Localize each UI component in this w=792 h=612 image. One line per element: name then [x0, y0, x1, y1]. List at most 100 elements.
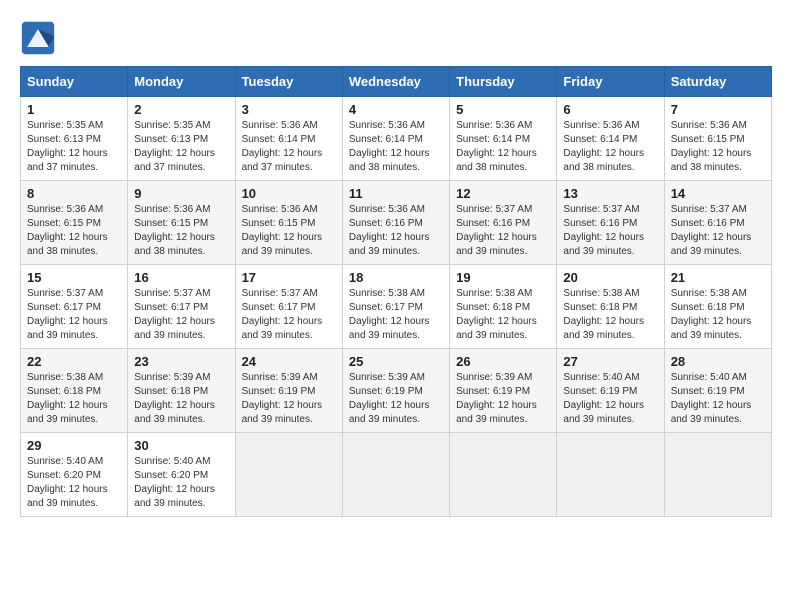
day-cell: 18 Sunrise: 5:38 AM Sunset: 6:17 PM Dayl…	[342, 265, 449, 349]
day-number: 29	[27, 438, 121, 453]
day-number: 15	[27, 270, 121, 285]
day-number: 20	[563, 270, 657, 285]
day-info: Sunrise: 5:36 AM Sunset: 6:15 PM Dayligh…	[134, 203, 228, 259]
day-cell: 2 Sunrise: 5:35 AM Sunset: 6:13 PM Dayli…	[128, 97, 235, 181]
day-number: 14	[671, 186, 765, 201]
day-cell: 9 Sunrise: 5:36 AM Sunset: 6:15 PM Dayli…	[128, 181, 235, 265]
day-info: Sunrise: 5:38 AM Sunset: 6:18 PM Dayligh…	[671, 287, 765, 343]
day-cell: 30 Sunrise: 5:40 AM Sunset: 6:20 PM Dayl…	[128, 433, 235, 517]
day-cell: 4 Sunrise: 5:36 AM Sunset: 6:14 PM Dayli…	[342, 97, 449, 181]
day-cell: 12 Sunrise: 5:37 AM Sunset: 6:16 PM Dayl…	[450, 181, 557, 265]
day-number: 19	[456, 270, 550, 285]
day-cell: 29 Sunrise: 5:40 AM Sunset: 6:20 PM Dayl…	[21, 433, 128, 517]
day-number: 11	[349, 186, 443, 201]
day-number: 2	[134, 102, 228, 117]
week-row-1: 1 Sunrise: 5:35 AM Sunset: 6:13 PM Dayli…	[21, 97, 772, 181]
day-cell	[235, 433, 342, 517]
logo-icon	[20, 20, 56, 56]
logo	[20, 20, 62, 56]
day-info: Sunrise: 5:38 AM Sunset: 6:18 PM Dayligh…	[27, 371, 121, 427]
day-info: Sunrise: 5:40 AM Sunset: 6:20 PM Dayligh…	[27, 455, 121, 511]
day-info: Sunrise: 5:40 AM Sunset: 6:19 PM Dayligh…	[671, 371, 765, 427]
header-sunday: Sunday	[21, 67, 128, 97]
day-info: Sunrise: 5:39 AM Sunset: 6:19 PM Dayligh…	[242, 371, 336, 427]
day-info: Sunrise: 5:35 AM Sunset: 6:13 PM Dayligh…	[27, 119, 121, 175]
day-info: Sunrise: 5:39 AM Sunset: 6:19 PM Dayligh…	[456, 371, 550, 427]
day-number: 24	[242, 354, 336, 369]
day-cell: 13 Sunrise: 5:37 AM Sunset: 6:16 PM Dayl…	[557, 181, 664, 265]
day-cell: 10 Sunrise: 5:36 AM Sunset: 6:15 PM Dayl…	[235, 181, 342, 265]
day-cell: 28 Sunrise: 5:40 AM Sunset: 6:19 PM Dayl…	[664, 349, 771, 433]
day-info: Sunrise: 5:40 AM Sunset: 6:20 PM Dayligh…	[134, 455, 228, 511]
day-cell: 22 Sunrise: 5:38 AM Sunset: 6:18 PM Dayl…	[21, 349, 128, 433]
day-number: 1	[27, 102, 121, 117]
header-monday: Monday	[128, 67, 235, 97]
day-number: 16	[134, 270, 228, 285]
week-row-4: 22 Sunrise: 5:38 AM Sunset: 6:18 PM Dayl…	[21, 349, 772, 433]
day-cell: 23 Sunrise: 5:39 AM Sunset: 6:18 PM Dayl…	[128, 349, 235, 433]
day-number: 27	[563, 354, 657, 369]
day-info: Sunrise: 5:37 AM Sunset: 6:16 PM Dayligh…	[563, 203, 657, 259]
day-info: Sunrise: 5:35 AM Sunset: 6:13 PM Dayligh…	[134, 119, 228, 175]
day-number: 23	[134, 354, 228, 369]
day-number: 10	[242, 186, 336, 201]
day-info: Sunrise: 5:36 AM Sunset: 6:14 PM Dayligh…	[563, 119, 657, 175]
day-info: Sunrise: 5:36 AM Sunset: 6:15 PM Dayligh…	[671, 119, 765, 175]
week-row-3: 15 Sunrise: 5:37 AM Sunset: 6:17 PM Dayl…	[21, 265, 772, 349]
day-info: Sunrise: 5:37 AM Sunset: 6:16 PM Dayligh…	[456, 203, 550, 259]
header-tuesday: Tuesday	[235, 67, 342, 97]
header-wednesday: Wednesday	[342, 67, 449, 97]
day-cell: 27 Sunrise: 5:40 AM Sunset: 6:19 PM Dayl…	[557, 349, 664, 433]
day-cell: 21 Sunrise: 5:38 AM Sunset: 6:18 PM Dayl…	[664, 265, 771, 349]
day-info: Sunrise: 5:38 AM Sunset: 6:18 PM Dayligh…	[563, 287, 657, 343]
day-info: Sunrise: 5:37 AM Sunset: 6:17 PM Dayligh…	[134, 287, 228, 343]
day-number: 21	[671, 270, 765, 285]
day-number: 30	[134, 438, 228, 453]
calendar-table: SundayMondayTuesdayWednesdayThursdayFrid…	[20, 66, 772, 517]
day-number: 6	[563, 102, 657, 117]
day-info: Sunrise: 5:38 AM Sunset: 6:17 PM Dayligh…	[349, 287, 443, 343]
week-row-2: 8 Sunrise: 5:36 AM Sunset: 6:15 PM Dayli…	[21, 181, 772, 265]
day-cell: 16 Sunrise: 5:37 AM Sunset: 6:17 PM Dayl…	[128, 265, 235, 349]
day-cell	[342, 433, 449, 517]
header-thursday: Thursday	[450, 67, 557, 97]
day-number: 25	[349, 354, 443, 369]
day-info: Sunrise: 5:38 AM Sunset: 6:18 PM Dayligh…	[456, 287, 550, 343]
day-number: 5	[456, 102, 550, 117]
day-number: 17	[242, 270, 336, 285]
day-info: Sunrise: 5:39 AM Sunset: 6:18 PM Dayligh…	[134, 371, 228, 427]
week-row-5: 29 Sunrise: 5:40 AM Sunset: 6:20 PM Dayl…	[21, 433, 772, 517]
day-info: Sunrise: 5:36 AM Sunset: 6:15 PM Dayligh…	[27, 203, 121, 259]
day-cell: 14 Sunrise: 5:37 AM Sunset: 6:16 PM Dayl…	[664, 181, 771, 265]
day-cell: 15 Sunrise: 5:37 AM Sunset: 6:17 PM Dayl…	[21, 265, 128, 349]
day-cell: 6 Sunrise: 5:36 AM Sunset: 6:14 PM Dayli…	[557, 97, 664, 181]
day-number: 28	[671, 354, 765, 369]
day-info: Sunrise: 5:36 AM Sunset: 6:16 PM Dayligh…	[349, 203, 443, 259]
day-number: 13	[563, 186, 657, 201]
day-cell: 5 Sunrise: 5:36 AM Sunset: 6:14 PM Dayli…	[450, 97, 557, 181]
day-cell: 24 Sunrise: 5:39 AM Sunset: 6:19 PM Dayl…	[235, 349, 342, 433]
day-cell: 11 Sunrise: 5:36 AM Sunset: 6:16 PM Dayl…	[342, 181, 449, 265]
day-info: Sunrise: 5:37 AM Sunset: 6:16 PM Dayligh…	[671, 203, 765, 259]
day-number: 4	[349, 102, 443, 117]
day-cell: 20 Sunrise: 5:38 AM Sunset: 6:18 PM Dayl…	[557, 265, 664, 349]
day-number: 22	[27, 354, 121, 369]
day-cell	[557, 433, 664, 517]
day-number: 7	[671, 102, 765, 117]
header-friday: Friday	[557, 67, 664, 97]
day-cell: 26 Sunrise: 5:39 AM Sunset: 6:19 PM Dayl…	[450, 349, 557, 433]
day-number: 26	[456, 354, 550, 369]
day-number: 3	[242, 102, 336, 117]
day-info: Sunrise: 5:36 AM Sunset: 6:15 PM Dayligh…	[242, 203, 336, 259]
day-number: 18	[349, 270, 443, 285]
day-cell	[450, 433, 557, 517]
day-cell	[664, 433, 771, 517]
day-cell: 7 Sunrise: 5:36 AM Sunset: 6:15 PM Dayli…	[664, 97, 771, 181]
day-info: Sunrise: 5:37 AM Sunset: 6:17 PM Dayligh…	[242, 287, 336, 343]
day-number: 8	[27, 186, 121, 201]
day-cell: 3 Sunrise: 5:36 AM Sunset: 6:14 PM Dayli…	[235, 97, 342, 181]
day-info: Sunrise: 5:37 AM Sunset: 6:17 PM Dayligh…	[27, 287, 121, 343]
day-number: 9	[134, 186, 228, 201]
header-saturday: Saturday	[664, 67, 771, 97]
day-cell: 8 Sunrise: 5:36 AM Sunset: 6:15 PM Dayli…	[21, 181, 128, 265]
